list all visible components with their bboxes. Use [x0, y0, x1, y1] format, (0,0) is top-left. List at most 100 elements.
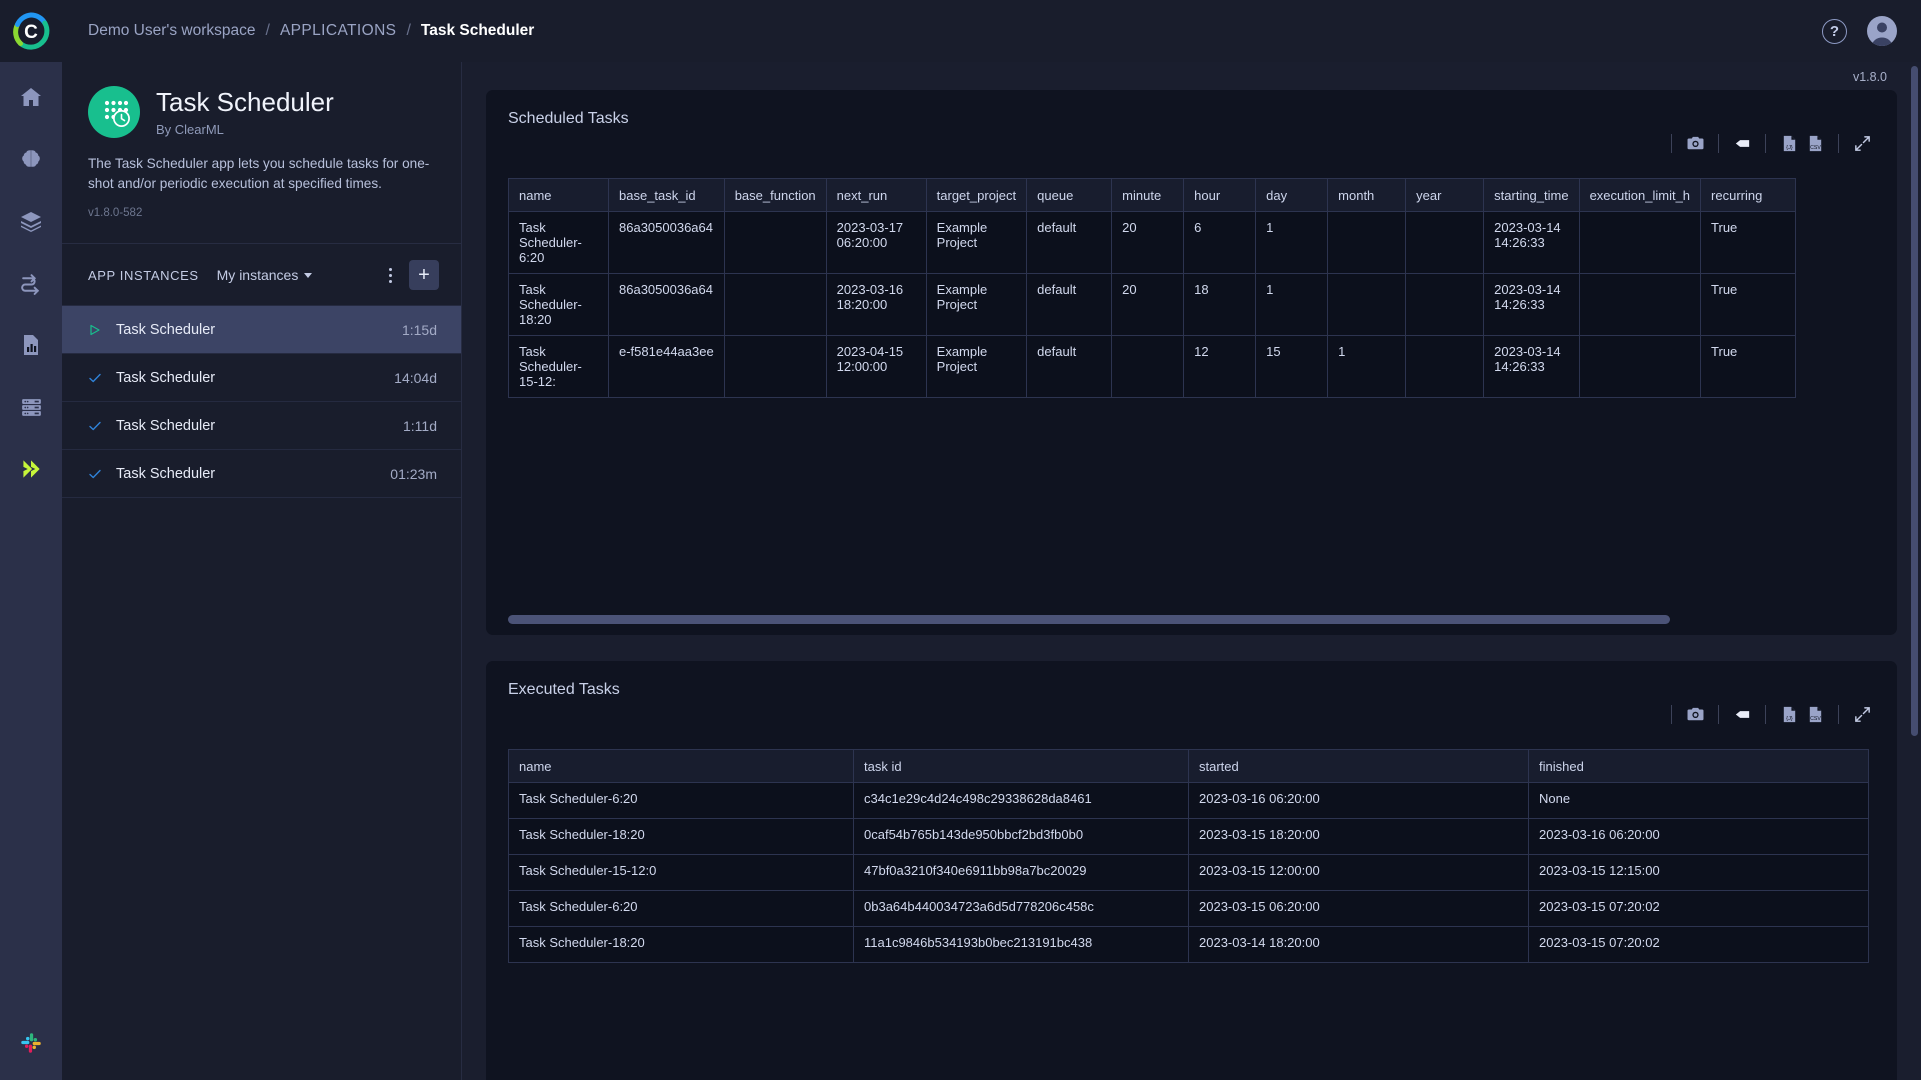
column-header-hour[interactable]: hour	[1183, 178, 1257, 212]
table-row[interactable]: Task Scheduler-15-12: e-f581e44aa3ee 2023-…	[508, 335, 1797, 398]
column-header-target-project[interactable]: target_project	[925, 178, 1028, 212]
screenshot-camera-icon[interactable]	[1682, 701, 1708, 727]
question-mark-icon[interactable]: ?	[1822, 18, 1847, 44]
app-title-row: Task Scheduler By ClearML	[88, 86, 435, 138]
column-header-execution-limit-h[interactable]: execution_limit_h	[1578, 178, 1702, 212]
download-json-icon[interactable]: {J}	[1776, 130, 1802, 156]
page-vertical-scrollbar[interactable]	[1911, 66, 1918, 736]
column-header-day[interactable]: day	[1255, 178, 1329, 212]
clearml-logo[interactable]: C	[0, 0, 62, 62]
chevron-down-icon	[304, 272, 313, 278]
report-chart-icon[interactable]	[14, 328, 48, 362]
tag-label-icon[interactable]	[1729, 701, 1755, 727]
list-item[interactable]: Task Scheduler 01:23m	[62, 449, 461, 499]
cell-base-function	[723, 211, 827, 274]
toolbar-divider	[1671, 704, 1672, 724]
cell-task-id: 11a1c9846b534193b0bec213191bc438	[853, 926, 1189, 963]
cell-name: Task Scheduler-15-12:	[508, 335, 609, 398]
executed-tasks-panel: Executed Tasks {J} CSV name task id star…	[486, 661, 1897, 1080]
cell-started: 2023-03-14 18:20:00	[1188, 926, 1529, 963]
table-row[interactable]: Task Scheduler-18:20 86a3050036a64 2023-03…	[508, 273, 1797, 336]
cell-target-project: Example Project	[925, 211, 1028, 274]
table-row[interactable]: Task Scheduler-6:20 0b3a64b440034723a6d5d…	[508, 890, 1869, 927]
add-instance-button[interactable]: +	[409, 260, 439, 291]
cell-year	[1405, 273, 1485, 336]
cell-starting-time: 2023-03-14 14:26:33	[1483, 211, 1580, 274]
breadcrumb-workspace[interactable]: Demo User's workspace	[88, 22, 255, 40]
cell-month: 1	[1327, 335, 1407, 398]
column-header-name[interactable]: name	[508, 749, 854, 783]
cell-target-project: Example Project	[925, 335, 1028, 398]
app-description: The Task Scheduler app lets you schedule…	[88, 156, 430, 191]
server-rack-icon[interactable]	[14, 390, 48, 424]
cell-year	[1405, 211, 1485, 274]
instances-filter-label: My instances	[216, 267, 299, 284]
tag-label-icon[interactable]	[1729, 130, 1755, 156]
download-csv-icon[interactable]: CSV	[1802, 701, 1828, 727]
more-options-icon[interactable]	[379, 262, 401, 288]
instances-filter-dropdown[interactable]: My instances	[217, 267, 313, 283]
app-version: v1.8.0-582	[88, 207, 143, 220]
brain-icon[interactable]	[14, 142, 48, 176]
expand-fullscreen-icon[interactable]	[1849, 701, 1875, 727]
primary-nav-rail: C	[0, 0, 62, 1080]
column-header-base-task-id[interactable]: base_task_id	[608, 178, 725, 212]
expand-fullscreen-icon[interactable]	[1849, 130, 1875, 156]
cell-finished: 2023-03-15 07:20:02	[1528, 926, 1869, 963]
breadcrumb-applications[interactable]: APPLICATIONS	[280, 22, 397, 40]
download-json-icon[interactable]: {J}	[1776, 701, 1802, 727]
table-row[interactable]: Task Scheduler-18:20 0caf54b765b143de950b…	[508, 818, 1869, 855]
scheduled-tasks-title: Scheduled Tasks	[508, 110, 629, 127]
column-header-task-id[interactable]: task id	[853, 749, 1189, 783]
column-header-minute[interactable]: minute	[1111, 178, 1185, 212]
screenshot-camera-icon[interactable]	[1682, 130, 1708, 156]
column-header-base-function[interactable]: base_function	[723, 178, 827, 212]
list-item[interactable]: Task Scheduler 1:11d	[62, 401, 461, 451]
toolbar-divider	[1838, 133, 1839, 153]
column-header-next-run[interactable]: next_run	[825, 178, 927, 212]
column-header-finished[interactable]: finished	[1528, 749, 1869, 783]
column-header-started[interactable]: started	[1188, 749, 1529, 783]
cell-task-id: 0caf54b765b143de950bbcf2bd3fb0b0	[853, 818, 1189, 855]
cell-hour: 6	[1183, 211, 1257, 274]
cell-base-task-id: 86a3050036a64	[608, 273, 725, 336]
layers-icon[interactable]	[14, 204, 48, 238]
app-header: Task Scheduler By ClearML The Task Sched…	[62, 62, 461, 237]
column-header-starting-time[interactable]: starting_time	[1483, 178, 1580, 212]
executed-tasks-toolbar: {J} CSV	[1661, 701, 1875, 727]
list-item[interactable]: Task Scheduler 14:04d	[62, 353, 461, 403]
cell-minute: 20	[1111, 273, 1185, 336]
page-title: Task Scheduler	[156, 87, 334, 117]
cell-started: 2023-03-16 06:20:00	[1188, 782, 1529, 819]
cell-next-run: 2023-03-17 06:20:00	[825, 211, 927, 274]
scrollbar-thumb[interactable]	[508, 615, 1670, 624]
user-avatar-icon[interactable]	[1867, 16, 1897, 46]
column-header-month[interactable]: month	[1327, 178, 1407, 212]
breadcrumb: Demo User's workspace / APPLICATIONS / T…	[88, 22, 534, 40]
executed-tasks-table-scroller[interactable]: name task id started finished Task Scheduler…	[508, 749, 1875, 963]
table-row[interactable]: Task Scheduler-15-12:0 47bf0a3210f340e691…	[508, 854, 1869, 891]
toolbar-divider	[1765, 133, 1766, 153]
cell-day: 15	[1255, 335, 1329, 398]
instance-name: Task Scheduler	[116, 369, 216, 386]
home-icon[interactable]	[14, 80, 48, 114]
column-header-name[interactable]: name	[508, 178, 609, 212]
table-row[interactable]: Task Scheduler-18:20 11a1c9846b534193b0be…	[508, 926, 1869, 963]
scheduled-tasks-table-scroller[interactable]: name base_task_id base_function next_run tar…	[508, 178, 1875, 398]
column-header-recurring[interactable]: recurring	[1700, 178, 1797, 212]
double-chevron-right-icon[interactable]	[14, 452, 48, 486]
instance-duration: 1:11d	[403, 417, 437, 434]
main-content: v1.8.0 Scheduled Tasks {J} CSV name base…	[462, 62, 1921, 1080]
cell-name: Task Scheduler-18:20	[508, 926, 854, 963]
table-row[interactable]: Task Scheduler-6:20 86a3050036a64 2023-03-…	[508, 211, 1797, 274]
table-row[interactable]: Task Scheduler-6:20 c34c1e29c4d24c498c293…	[508, 782, 1869, 819]
column-header-queue[interactable]: queue	[1026, 178, 1113, 212]
cell-next-run: 2023-04-15 12:00:00	[825, 335, 927, 398]
horizontal-scrollbar[interactable]	[508, 615, 1875, 624]
workflow-arrows-icon[interactable]	[14, 266, 48, 300]
download-csv-icon[interactable]: CSV	[1802, 130, 1828, 156]
column-header-year[interactable]: year	[1405, 178, 1485, 212]
slack-icon[interactable]	[0, 1030, 62, 1056]
app-instances-list: Task Scheduler 1:15d Task Scheduler 14:0…	[62, 305, 461, 499]
list-item[interactable]: Task Scheduler 1:15d	[62, 305, 461, 355]
